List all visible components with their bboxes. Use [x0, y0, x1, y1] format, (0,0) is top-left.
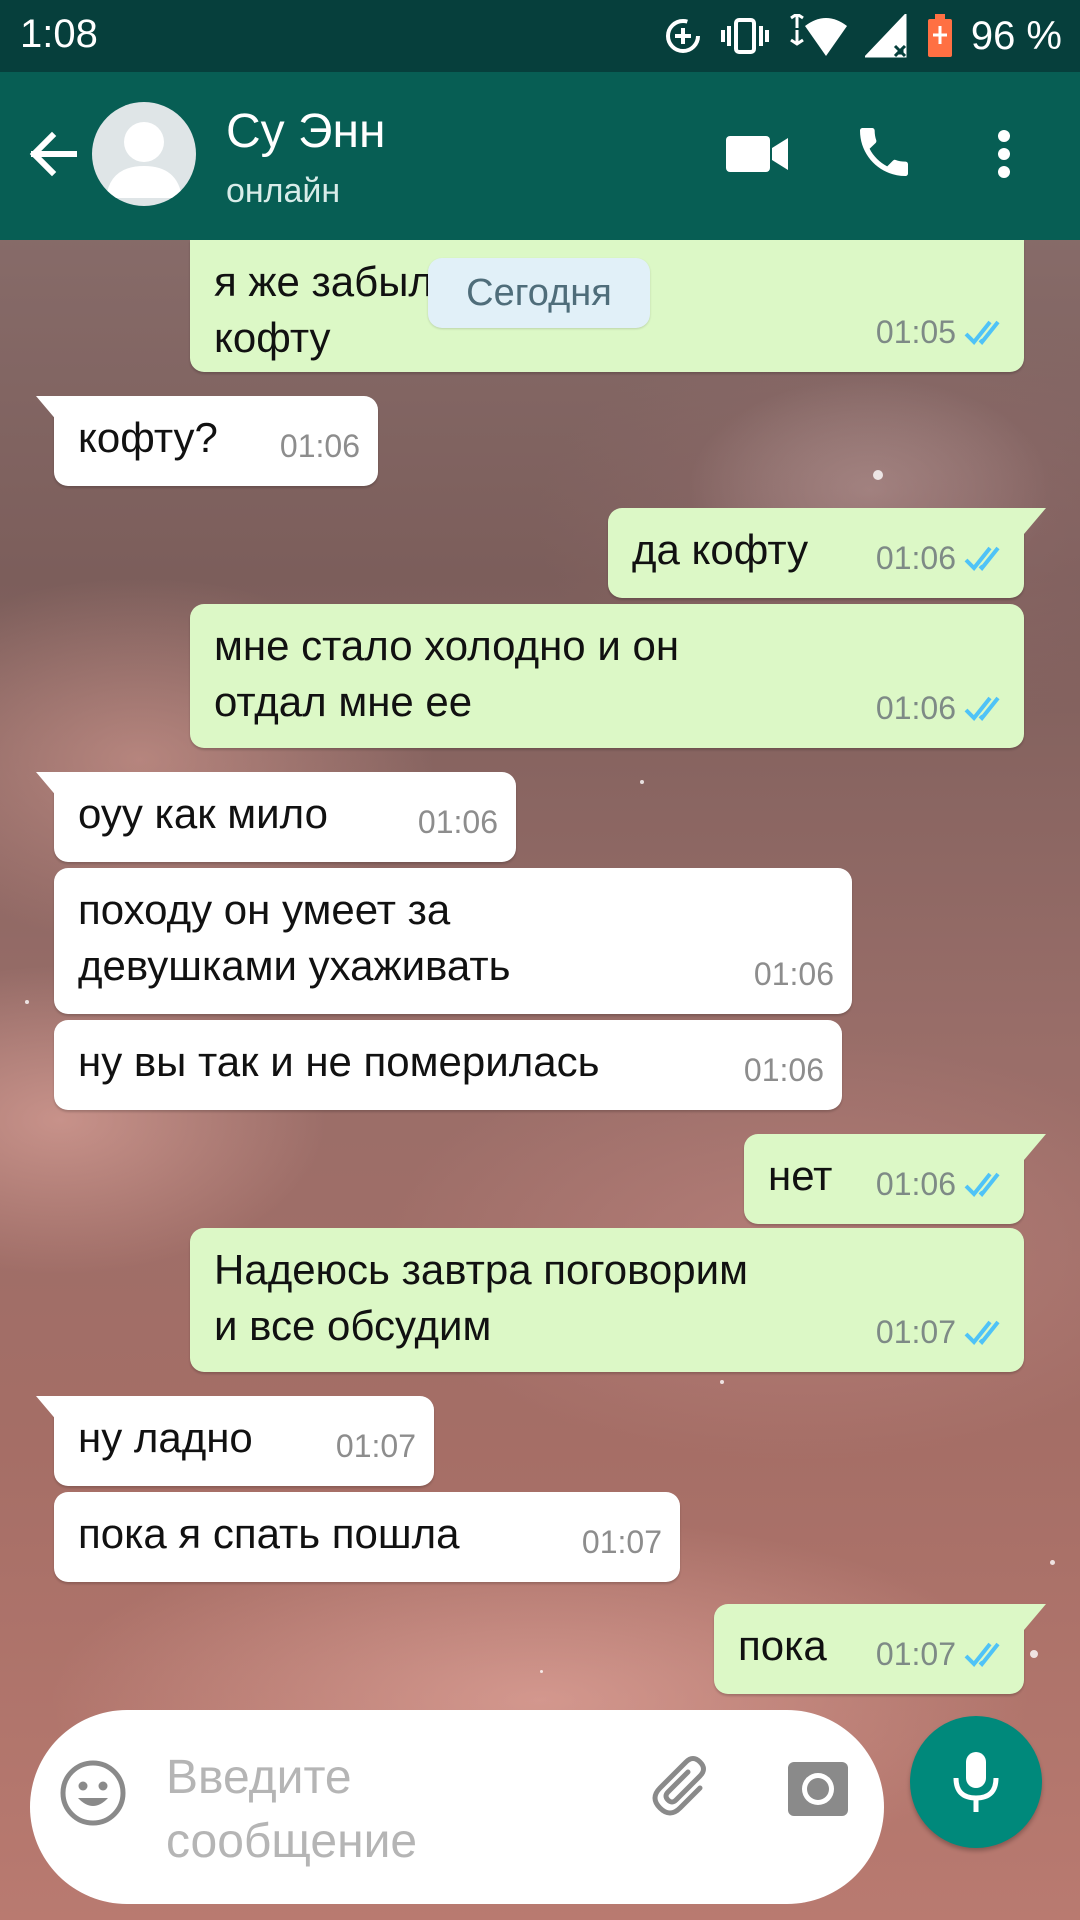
bubble-tail: [1024, 1604, 1046, 1630]
camera-icon: [788, 1762, 848, 1816]
contact-name[interactable]: Су Энн: [226, 104, 386, 159]
message-meta: 01:07: [336, 1418, 416, 1474]
arrow-back-icon: [29, 131, 77, 177]
bubble-tail: [1024, 508, 1046, 534]
message-bubble-outgoing[interactable]: да кофту 01:06: [608, 508, 1046, 598]
date-separator: Сегодня: [428, 258, 650, 328]
double-check-icon: [964, 546, 1000, 571]
camera-button[interactable]: [786, 1756, 850, 1820]
message-text: мне стало холодно и он отдал мне ее: [214, 622, 680, 725]
message-meta: 01:06: [754, 946, 834, 1002]
message-time: 01:07: [875, 1314, 956, 1350]
message-time: 01:07: [581, 1524, 662, 1560]
message-time: 01:05: [875, 314, 956, 350]
bubble-tail: [36, 1396, 58, 1422]
microphone-icon: [953, 1752, 999, 1812]
default-avatar-icon: [106, 122, 182, 198]
voice-call-button[interactable]: [852, 120, 916, 184]
message-meta: 01:07: [876, 1304, 1006, 1360]
more-vert-icon: [998, 130, 1010, 178]
message-time: 01:06: [743, 1052, 824, 1088]
message-text: оуу как мило: [78, 790, 328, 837]
message-composer: Введите сообщение: [30, 1710, 884, 1904]
message-bubble-incoming[interactable]: ну вы так и не померилась 01:06: [54, 1020, 842, 1110]
video-call-icon: [726, 136, 788, 172]
message-text: нет: [768, 1152, 833, 1199]
chat-header: Су Энн онлайн: [0, 72, 1080, 240]
message-bubble-outgoing[interactable]: пока 01:07: [714, 1604, 1046, 1694]
double-check-icon: [964, 1320, 1000, 1345]
more-options-button[interactable]: [984, 122, 1024, 186]
message-text: кофту?: [78, 414, 218, 461]
message-time: 01:07: [335, 1428, 416, 1464]
message-meta: 01:06: [876, 1156, 1006, 1212]
contact-status: онлайн: [226, 172, 341, 210]
message-text: пока: [738, 1622, 827, 1669]
message-text: да кофту: [632, 526, 809, 573]
double-check-icon: [964, 1642, 1000, 1667]
message-bubble-incoming[interactable]: ну ладно 01:07: [36, 1396, 434, 1486]
message-text: походу он умеет за девушками ухаживать: [78, 886, 511, 989]
phone-icon: [860, 128, 908, 176]
message-bubble-incoming[interactable]: кофту? 01:06: [36, 396, 378, 486]
wifi-icon: [789, 14, 847, 56]
video-call-button[interactable]: [722, 124, 792, 184]
message-meta: 01:07: [582, 1514, 662, 1570]
message-bubble-outgoing[interactable]: Надеюсь завтра поговорим и все обсудим 0…: [190, 1228, 1024, 1372]
double-check-icon: [964, 320, 1000, 345]
message-meta: 01:06: [280, 418, 360, 474]
message-bubble-incoming[interactable]: оуу как мило 01:06: [36, 772, 516, 862]
bubble-tail: [36, 396, 58, 422]
message-meta: 01:06: [418, 794, 498, 850]
message-time: 01:06: [875, 1166, 956, 1202]
message-bubble-incoming[interactable]: пока я спать пошла 01:07: [54, 1492, 680, 1582]
message-time: 01:06: [875, 690, 956, 726]
attach-button[interactable]: [648, 1752, 720, 1824]
emoji-button[interactable]: [58, 1758, 128, 1828]
message-meta: 01:06: [876, 530, 1006, 586]
status-time: 1:08: [20, 12, 98, 56]
paperclip-icon: [652, 1756, 706, 1816]
bubble-tail: [36, 772, 58, 798]
message-bubble-outgoing[interactable]: мне стало холодно и он отдал мне ее 01:0…: [190, 604, 1024, 748]
back-button[interactable]: [22, 122, 86, 186]
message-time: 01:06: [279, 428, 360, 464]
message-meta: 01:06: [744, 1042, 824, 1098]
message-time: 01:06: [417, 804, 498, 840]
battery-percent: 96 %: [970, 13, 1062, 58]
battery-icon: [927, 14, 952, 57]
message-time: 01:06: [753, 956, 834, 992]
double-check-icon: [964, 696, 1000, 721]
message-text: ну ладно: [78, 1414, 253, 1461]
status-icons: 96 %: [663, 10, 1062, 62]
message-meta: 01:06: [876, 680, 1006, 736]
voice-message-button[interactable]: [910, 1716, 1042, 1848]
message-bubble-outgoing[interactable]: нет 01:06: [744, 1134, 1046, 1224]
message-time: 01:06: [875, 540, 956, 576]
vibrate-icon: [720, 18, 769, 54]
double-check-icon: [964, 1172, 1000, 1197]
bubble-tail: [1024, 1134, 1046, 1160]
message-input[interactable]: Введите сообщение: [166, 1746, 536, 1874]
emoji-icon: [60, 1760, 126, 1826]
message-bubble-incoming[interactable]: походу он умеет за девушками ухаживать 0…: [54, 868, 852, 1014]
message-time: 01:07: [875, 1636, 956, 1672]
message-meta: 01:07: [876, 1626, 1006, 1682]
message-text: Надеюсь завтра поговорим и все обсудим: [214, 1246, 748, 1349]
message-text: ну вы так и не померилась: [78, 1038, 600, 1085]
message-meta: 01:05: [876, 304, 1006, 360]
status-bar: 1:08 96 %: [0, 0, 1080, 72]
avatar[interactable]: [92, 102, 196, 206]
message-text: пока я спать пошла: [78, 1510, 460, 1557]
data-saver-icon: [665, 19, 700, 53]
signal-icon: [864, 14, 907, 58]
